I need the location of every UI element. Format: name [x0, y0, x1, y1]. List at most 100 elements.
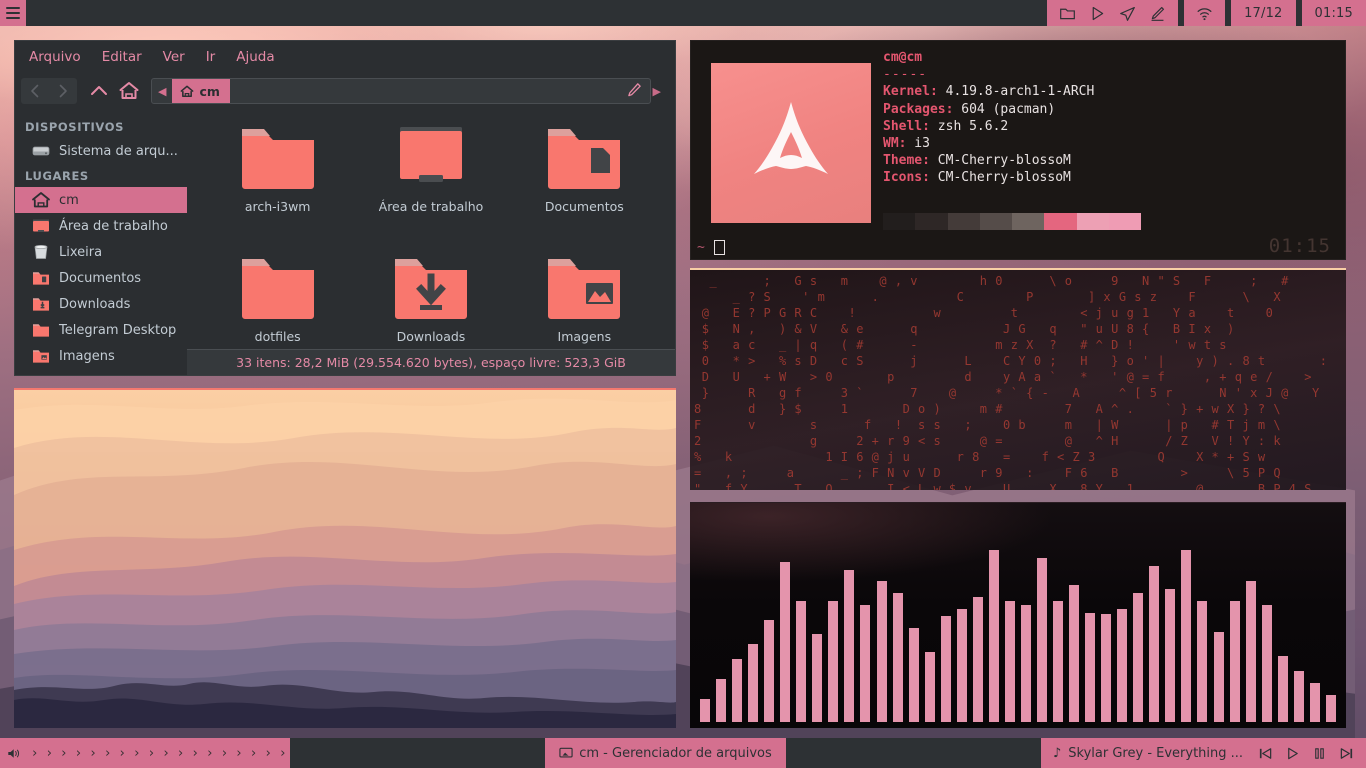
volume-mark[interactable]: ›: [130, 746, 145, 761]
menu-editar[interactable]: Editar: [102, 49, 142, 65]
palette-swatch-7: [1108, 213, 1141, 230]
sidebar-item-telegram-desktop[interactable]: Telegram Desktop: [15, 317, 187, 343]
sidebar-item-filesystem[interactable]: Sistema de arqu...: [15, 138, 187, 164]
play-icon[interactable]: [1089, 5, 1106, 22]
volume-mark[interactable]: ›: [100, 746, 115, 761]
menu-ir[interactable]: Ir: [206, 49, 216, 65]
visualizer-bar: [1149, 566, 1160, 722]
play-icon[interactable]: [1285, 746, 1300, 761]
forward-button[interactable]: [49, 78, 77, 104]
network-indicator[interactable]: [1184, 0, 1226, 26]
matrix-rain-window[interactable]: _ ; G s m @ , v h 0 \ o 9 N " S F ; # _ …: [690, 268, 1346, 490]
volume-mark[interactable]: ›: [261, 746, 276, 761]
volume-mark[interactable]: ›: [188, 746, 203, 761]
volume-mark[interactable]: ›: [276, 746, 291, 761]
sidebar-header-places: LUGARES: [25, 169, 89, 183]
now-playing[interactable]: ♪ Skylar Grey - Everything ...: [1041, 738, 1246, 768]
image-viewer-window[interactable]: [14, 388, 676, 728]
parent-folder-button[interactable]: [85, 78, 113, 104]
menu-ajuda[interactable]: Ajuda: [236, 49, 274, 65]
file-item[interactable]: Documentos: [508, 117, 661, 247]
menu-button[interactable]: [0, 0, 26, 26]
visualizer-bar: [860, 605, 871, 722]
visualizer-bar: [1293, 671, 1304, 722]
edit-path-button[interactable]: [619, 82, 650, 101]
terminal-window[interactable]: 01:15 cm@cm ----- Kernel: 4.19.8-arch1-1…: [690, 40, 1346, 260]
volume-mark[interactable]: ›: [159, 746, 174, 761]
visualizer-bar: [1181, 550, 1192, 722]
volume-mark[interactable]: ›: [246, 746, 261, 761]
visualizer-bar: [1133, 593, 1144, 722]
neofetch-row-packages: Packages: 604 (pacman): [883, 101, 1056, 117]
bottom-panel: › › › › › › › › › › › › › › › › › › cm - Gerenciador de a…: [0, 738, 1366, 768]
triangle-right-icon[interactable]: ▶: [651, 85, 667, 98]
menu-arquivo[interactable]: Arquivo: [29, 49, 81, 65]
volume-mark[interactable]: ›: [115, 746, 130, 761]
pencil-icon[interactable]: [1149, 5, 1166, 22]
terminal-prompt[interactable]: ~: [697, 240, 725, 255]
arch-linux-logo: [711, 63, 871, 223]
volume-mark[interactable]: ›: [42, 746, 57, 761]
date-indicator[interactable]: 17/12: [1231, 0, 1296, 26]
visualizer-bar: [828, 601, 839, 722]
visualizer-bar: [1117, 609, 1128, 722]
visualizer-bar: [1309, 683, 1320, 722]
desktop-folder-icon: [399, 127, 462, 182]
media-controls: [1246, 738, 1366, 768]
visualizer-bar: [1197, 601, 1208, 722]
neofetch-row-icons: Icons: CM-Cherry-blossoM: [883, 170, 1071, 186]
sidebar-item-cm[interactable]: cm: [15, 187, 187, 213]
pause-icon[interactable]: [1312, 746, 1327, 761]
terminal-cursor: [713, 240, 725, 255]
audio-visualizer-window[interactable]: [690, 502, 1346, 728]
volume-mark[interactable]: ›: [27, 746, 42, 761]
file-manager-menubar: Arquivo Editar Ver Ir Ajuda: [15, 41, 675, 73]
file-list-view[interactable]: arch-i3wm Área de trabalho Documentos do…: [187, 109, 675, 375]
neofetch-userhost: cm@cm: [883, 50, 923, 65]
back-button[interactable]: [21, 78, 49, 104]
sidebar-item-label: Imagens: [59, 348, 115, 364]
visualizer-bar: [940, 616, 951, 722]
sidebar-item-downloads[interactable]: Downloads: [15, 291, 187, 317]
volume-mark[interactable]: ›: [71, 746, 86, 761]
file-manager-sidebar: DISPOSITIVOS Sistema de arqu... LUGARES: [15, 109, 187, 375]
telegram-send-icon[interactable]: [1119, 5, 1136, 22]
volume-mark[interactable]: ›: [232, 746, 247, 761]
volume-mark[interactable]: ›: [144, 746, 159, 761]
volume-mark[interactable]: ›: [203, 746, 218, 761]
visualizer-bar: [1213, 632, 1224, 722]
visualizer-bar: [1229, 601, 1240, 722]
visualizer-bar: [1053, 601, 1064, 722]
menu-ver[interactable]: Ver: [163, 49, 185, 65]
breadcrumb-cm[interactable]: cm: [172, 79, 230, 103]
next-icon[interactable]: [1339, 746, 1354, 761]
file-item[interactable]: arch-i3wm: [201, 117, 354, 247]
visualizer-bar: [908, 628, 919, 722]
sidebar-item-imagens[interactable]: Imagens: [15, 343, 187, 369]
visualizer-bar: [876, 581, 887, 722]
palette-swatch-0: [883, 213, 916, 230]
taskbar-window-button[interactable]: cm - Gerenciador de arquivos: [545, 738, 786, 768]
volume-mark[interactable]: ›: [57, 746, 72, 761]
sidebar-item-documents[interactable]: Documentos: [15, 265, 187, 291]
previous-icon[interactable]: [1258, 746, 1273, 761]
file-item[interactable]: Área de trabalho: [354, 117, 507, 247]
visualizer-bar: [1245, 581, 1256, 722]
path-bar[interactable]: ◀ cm: [151, 78, 651, 104]
home-button[interactable]: [115, 78, 143, 104]
color-palette-strip: [883, 213, 1141, 230]
sidebar-header-devices: DISPOSITIVOS: [25, 120, 124, 134]
music-note-icon: ♪: [1053, 745, 1062, 761]
folder-icon[interactable]: [1059, 5, 1076, 22]
sidebar-item-trash[interactable]: Lixeira: [15, 239, 187, 265]
volume-mark[interactable]: ›: [86, 746, 101, 761]
volume-mark[interactable]: ›: [173, 746, 188, 761]
visualizer-bar: [1085, 613, 1096, 722]
triangle-left-icon[interactable]: ◀: [152, 85, 172, 98]
volume-slider[interactable]: › › › › › › › › › › › › › › › › › ›: [0, 738, 290, 768]
sidebar-item-desktop[interactable]: Área de trabalho: [15, 213, 187, 239]
volume-mark[interactable]: ›: [217, 746, 232, 761]
visualizer-bar: [764, 620, 775, 722]
clock-indicator[interactable]: 01:15: [1301, 0, 1366, 26]
now-playing-label: Skylar Grey - Everything ...: [1068, 745, 1244, 761]
